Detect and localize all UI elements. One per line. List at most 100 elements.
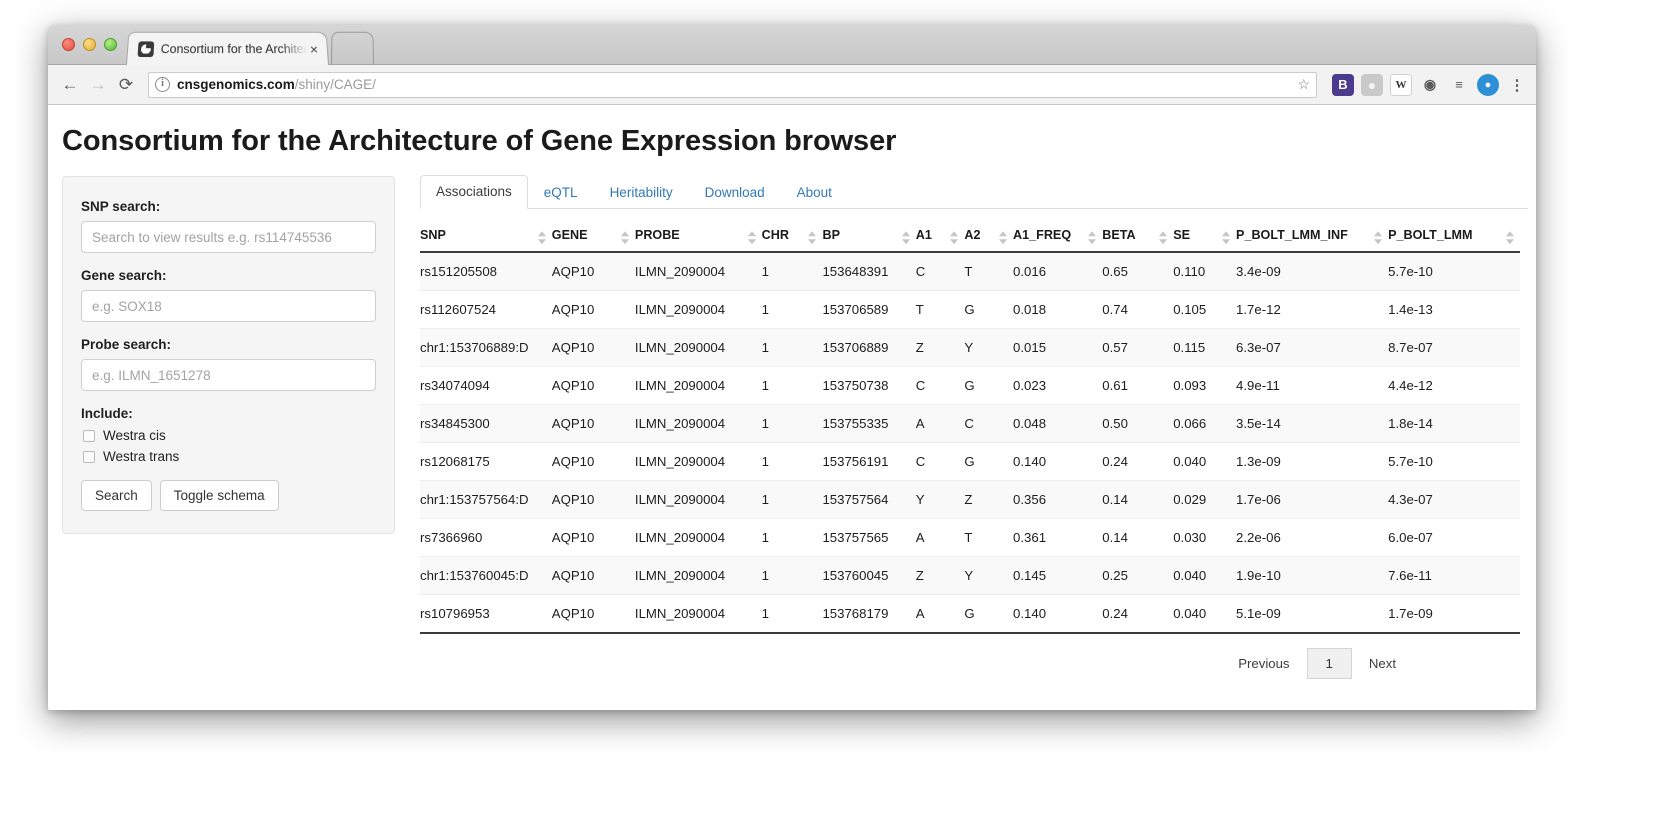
bitwarden-extension-icon[interactable]: B <box>1332 74 1354 96</box>
westra-trans-checkbox[interactable] <box>83 451 95 463</box>
forward-icon[interactable]: → <box>84 71 112 99</box>
cell-chr: 1 <box>762 252 823 291</box>
column-header-a1[interactable]: A1 <box>916 224 965 252</box>
screenshot-extension-icon[interactable]: ◉ <box>1419 74 1441 96</box>
column-header-chr[interactable]: CHR <box>762 224 823 252</box>
column-header-probe[interactable]: PROBE <box>635 224 762 252</box>
cell-probe: ILMN_2090004 <box>635 367 762 405</box>
table-row[interactable]: rs7366960 AQP10 ILMN_2090004 1 153757565 A T 0.… <box>420 519 1520 557</box>
sort-icon[interactable] <box>1088 231 1097 244</box>
sort-icon[interactable] <box>950 231 959 244</box>
sort-icon[interactable] <box>1374 231 1383 244</box>
cell-snp: rs34074094 <box>420 367 552 405</box>
cell-beta: 0.57 <box>1102 329 1173 367</box>
cell-gene: AQP10 <box>552 443 635 481</box>
probe-search-input[interactable] <box>81 359 376 391</box>
table-row[interactable]: rs12068175 AQP10 ILMN_2090004 1 153756191 C G 0… <box>420 443 1520 481</box>
search-button[interactable]: Search <box>81 480 152 511</box>
cell-a2: Y <box>964 557 1013 595</box>
table-row[interactable]: rs112607524 AQP10 ILMN_2090004 1 153706589 T G… <box>420 291 1520 329</box>
cage-favicon <box>138 41 155 57</box>
tab-eqtl[interactable]: eQTL <box>528 176 594 209</box>
back-icon[interactable]: ← <box>56 71 84 99</box>
sort-icon[interactable] <box>1222 231 1231 244</box>
westra-trans-label: Westra trans <box>103 449 179 464</box>
cell-a1: Z <box>916 557 965 595</box>
address-bar-url: cnsgenomics.com/shiny/CAGE/ <box>177 77 376 92</box>
cell-snp: rs112607524 <box>420 291 552 329</box>
sort-icon[interactable] <box>538 231 547 244</box>
cell-chr: 1 <box>762 481 823 519</box>
reload-icon[interactable]: ⟳ <box>112 71 140 99</box>
table-row[interactable]: chr1:153757564:D AQP10 ILMN_2090004 1 153757… <box>420 481 1520 519</box>
address-bar[interactable]: i cnsgenomics.com/shiny/CAGE/ ☆ <box>148 72 1317 98</box>
cell-a2: Y <box>964 329 1013 367</box>
column-header-se[interactable]: SE <box>1173 224 1236 252</box>
window-minimize-button[interactable] <box>83 38 96 51</box>
cell-gene: AQP10 <box>552 519 635 557</box>
column-header-p_bolt_lmm_inf[interactable]: P_BOLT_LMM_INF <box>1236 224 1388 252</box>
sort-icon[interactable] <box>1159 231 1168 244</box>
pagination-page-1[interactable]: 1 <box>1307 648 1352 679</box>
table-row[interactable]: chr1:153706889:D AQP10 ILMN_2090004 1 153706… <box>420 329 1520 367</box>
window-close-button[interactable] <box>62 38 75 51</box>
column-header-snp[interactable]: SNP <box>420 224 552 252</box>
pocket-extension-icon[interactable]: ● <box>1477 74 1499 96</box>
column-header-bp[interactable]: BP <box>822 224 915 252</box>
cell-p_bolt_lmm_inf: 2.2e-06 <box>1236 519 1388 557</box>
column-header-gene[interactable]: GENE <box>552 224 635 252</box>
checkbox-row-westra-cis[interactable]: Westra cis <box>81 428 376 443</box>
cell-p_bolt_lmm: 5.7e-10 <box>1388 252 1520 291</box>
column-header-p_bolt_lmm[interactable]: P_BOLT_LMM <box>1388 224 1520 252</box>
site-info-icon[interactable]: i <box>155 77 170 92</box>
tab-about[interactable]: About <box>781 176 848 209</box>
snp-search-input[interactable] <box>81 221 376 253</box>
bookmark-star-icon[interactable]: ☆ <box>1297 76 1310 93</box>
new-tab-button[interactable] <box>331 32 374 65</box>
table-row[interactable]: rs10796953 AQP10 ILMN_2090004 1 153768179 A G 0… <box>420 595 1520 634</box>
table-row[interactable]: chr1:153760045:D AQP10 ILMN_2090004 1 153760… <box>420 557 1520 595</box>
cell-beta: 0.24 <box>1102 443 1173 481</box>
cell-p_bolt_lmm_inf: 1.3e-09 <box>1236 443 1388 481</box>
table-head: SNP GENE PROBE CHR BP A1 A2 A1_FREQ BETA SE P_BOLT… <box>420 224 1520 252</box>
url-path: /shiny/CAGE/ <box>295 77 376 92</box>
sort-icon[interactable] <box>808 231 817 244</box>
table-row[interactable]: rs151205508 AQP10 ILMN_2090004 1 153648391 C T… <box>420 252 1520 291</box>
sort-icon[interactable] <box>999 231 1008 244</box>
cell-a2: T <box>964 519 1013 557</box>
westra-cis-checkbox[interactable] <box>83 430 95 442</box>
wikipedia-extension-icon[interactable]: W <box>1390 74 1412 96</box>
close-icon[interactable]: × <box>307 42 322 56</box>
column-header-a1_freq[interactable]: A1_FREQ <box>1013 224 1102 252</box>
browser-tab-active[interactable]: Consortium for the Architectu × <box>126 32 329 65</box>
tab-heritability[interactable]: Heritability <box>594 176 689 209</box>
checkbox-row-westra-trans[interactable]: Westra trans <box>81 449 376 464</box>
cell-se: 0.029 <box>1173 481 1236 519</box>
sort-icon[interactable] <box>748 231 757 244</box>
sort-icon[interactable] <box>1506 231 1515 244</box>
column-header-beta[interactable]: BETA <box>1102 224 1173 252</box>
cell-p_bolt_lmm_inf: 1.7e-06 <box>1236 481 1388 519</box>
table-row[interactable]: rs34845300 AQP10 ILMN_2090004 1 153755335 A C 0… <box>420 405 1520 443</box>
cell-a1_freq: 0.140 <box>1013 443 1102 481</box>
column-header-label: A1_FREQ <box>1013 228 1071 242</box>
sort-icon[interactable] <box>902 231 911 244</box>
tab-download[interactable]: Download <box>689 176 781 209</box>
cell-a1: Y <box>916 481 965 519</box>
include-label: Include: <box>81 406 376 421</box>
cell-p_bolt_lmm_inf: 6.3e-07 <box>1236 329 1388 367</box>
cell-se: 0.105 <box>1173 291 1236 329</box>
pagination-previous[interactable]: Previous <box>1221 648 1306 679</box>
tab-associations[interactable]: Associations <box>420 175 528 209</box>
pagination-next[interactable]: Next <box>1352 648 1413 679</box>
toggle-schema-button[interactable]: Toggle schema <box>160 480 279 511</box>
sort-icon[interactable] <box>621 231 630 244</box>
shield-extension-icon[interactable]: ● <box>1361 74 1383 96</box>
cell-bp: 153706589 <box>822 291 915 329</box>
gene-search-input[interactable] <box>81 290 376 322</box>
window-zoom-button[interactable] <box>104 38 117 51</box>
reader-extension-icon[interactable]: ≡ <box>1448 74 1470 96</box>
chrome-menu-icon[interactable]: ⋮ <box>1506 74 1528 96</box>
column-header-a2[interactable]: A2 <box>964 224 1013 252</box>
table-row[interactable]: rs34074094 AQP10 ILMN_2090004 1 153750738 C G 0… <box>420 367 1520 405</box>
